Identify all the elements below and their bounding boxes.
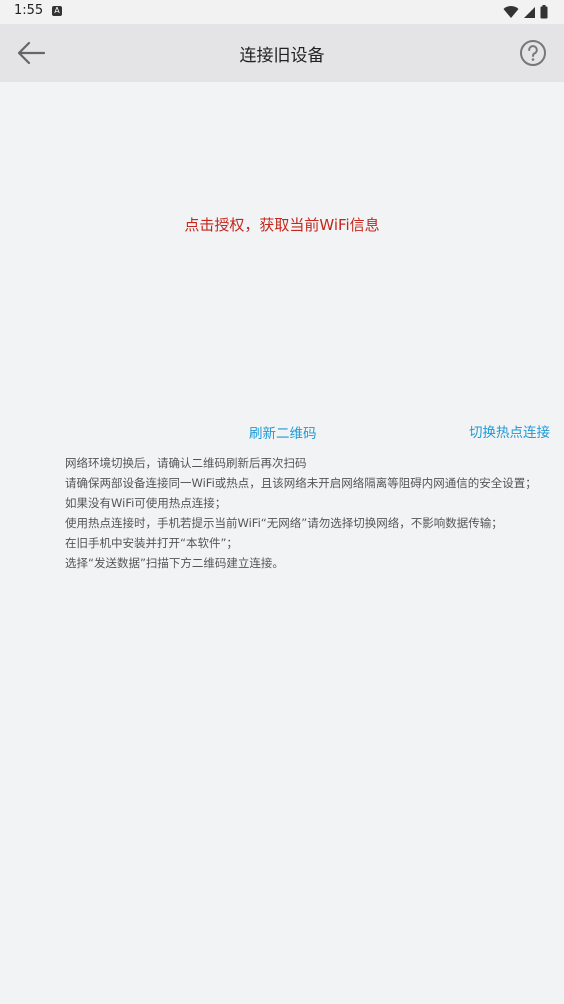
page-title: 连接旧设备 (239, 46, 325, 66)
instructions: 网络环境切换后，请确认二维码刷新后再次扫码 请确保两部设备连接同一WiFi或热点… (15, 453, 550, 573)
status-icons (503, 4, 548, 20)
status-bar: 1:55 A (0, 0, 564, 24)
switch-hotspot-link[interactable]: 切换热点连接 (469, 421, 550, 441)
instruction-line: 选择“发送数据”扫描下方二维码建立连接。 (65, 556, 284, 570)
help-button[interactable] (518, 38, 548, 68)
app-bar: 连接旧设备 (0, 24, 564, 82)
instruction-line: 如果没有WiFi可使用热点连接； (65, 496, 227, 510)
authorize-wifi-link[interactable]: 点击授权，获取当前WiFi信息 (0, 214, 564, 235)
battery-icon (540, 5, 548, 19)
signal-icon (524, 6, 535, 18)
help-circle-icon (520, 40, 546, 66)
instruction-line: 使用热点连接时，手机若提示当前WiFi“无网络”请勿选择切换网络，不影响数据传输… (65, 516, 503, 530)
refresh-qr-link[interactable]: 刷新二维码 (249, 422, 317, 442)
notification-a-icon: A (52, 6, 62, 16)
instruction-line: 请确保两部设备连接同一WiFi或热点，且该网络未开启网络隔离等阻碍内网通信的安全… (65, 476, 537, 490)
instruction-line: 在旧手机中安装并打开“本软件”； (65, 536, 238, 550)
wifi-icon (503, 6, 519, 19)
status-time: 1:55 (14, 3, 44, 18)
instruction-line: 网络环境切换后，请确认二维码刷新后再次扫码 (65, 456, 307, 470)
